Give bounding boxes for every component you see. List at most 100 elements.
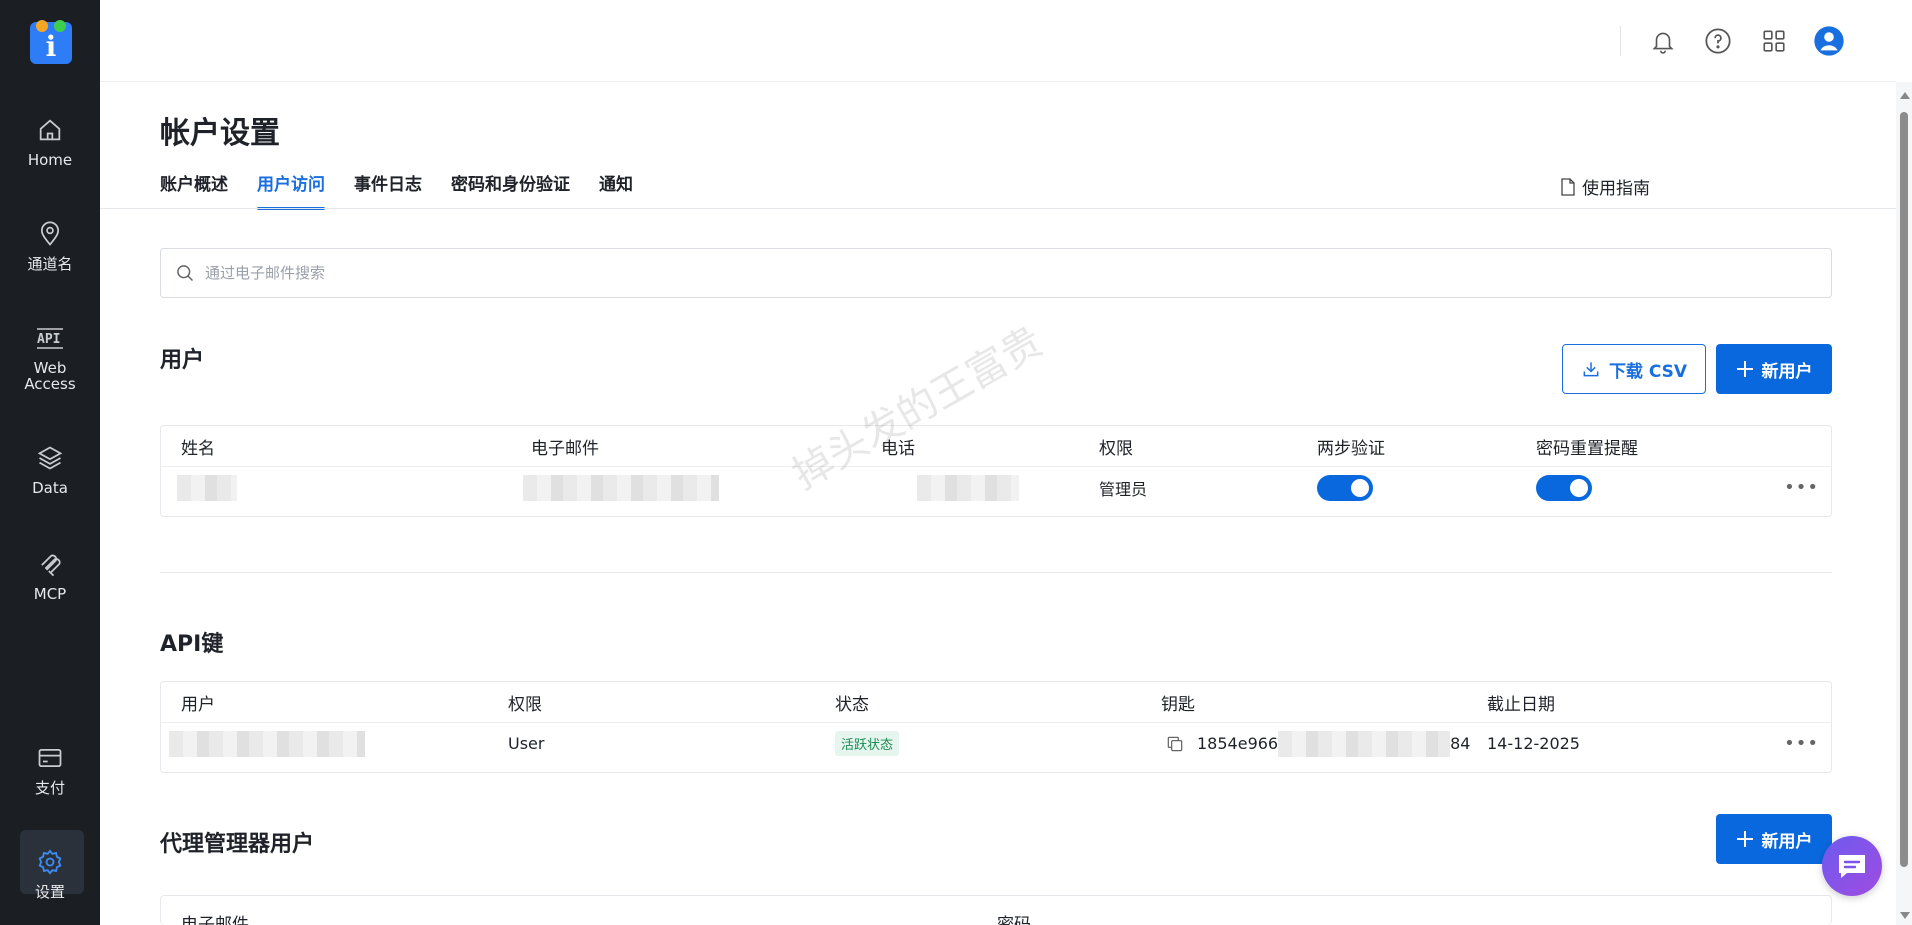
add-user-label: 新用户: [1761, 361, 1813, 382]
card-icon: [38, 748, 62, 768]
scroll-up-arrow-icon[interactable]: [1900, 92, 1910, 99]
sidebar-item-channels[interactable]: 通道名: [0, 220, 100, 272]
column-header: 电子邮件: [181, 915, 249, 925]
search-input[interactable]: [205, 264, 1705, 282]
column-header: 电子邮件: [531, 439, 599, 459]
topbar-divider: [1620, 26, 1621, 56]
api-key-prefix: 1854e966: [1197, 734, 1279, 753]
plus-icon: [1736, 831, 1753, 847]
two-factor-toggle[interactable]: [1317, 474, 1373, 501]
column-header: 权限: [508, 695, 542, 715]
api-permission: User: [508, 734, 545, 753]
help-icon[interactable]: [1701, 24, 1735, 58]
column-header: 两步验证: [1317, 439, 1385, 459]
api-icon: API: [37, 328, 63, 349]
main-content: 帐户设置 账户概述 用户访问 事件日志 密码和身份验证 通知 使用指南 用户 下…: [100, 0, 1896, 925]
mcp-icon: [41, 554, 61, 577]
email-search-box[interactable]: [160, 248, 1832, 298]
user-name-redacted: [177, 467, 237, 508]
scroll-down-arrow-icon[interactable]: [1900, 912, 1910, 919]
sidebar-item-label: Data: [32, 479, 68, 497]
scrollbar-thumb[interactable]: [1900, 112, 1908, 867]
sidebar-item-label: Home: [27, 151, 73, 169]
api-keys-table-header: 用户 权限 状态 钥匙 截止日期: [161, 682, 1831, 723]
api-key-suffix: 84: [1450, 734, 1471, 753]
proxy-users-table-header: 电子邮件 密码: [161, 896, 1831, 925]
vertical-scrollbar[interactable]: [1896, 82, 1912, 925]
column-header: 钥匙: [1161, 695, 1195, 715]
tab-account-overview[interactable]: 账户概述: [160, 170, 228, 210]
reset-reminder-toggle[interactable]: [1536, 474, 1592, 501]
download-csv-button[interactable]: 下载 CSV: [1562, 344, 1706, 394]
sidebar-item-label-line2: Access: [24, 375, 76, 393]
add-proxy-user-label: 新用户: [1761, 831, 1813, 852]
tabs-divider: [100, 208, 1896, 209]
app-logo[interactable]: i: [30, 20, 72, 64]
tab-notifications[interactable]: 通知: [599, 170, 633, 210]
tab-password-auth[interactable]: 密码和身份验证: [451, 170, 570, 210]
reset-reminder-toggle-cell: [1536, 467, 1592, 508]
sidebar-item-label-line1: Web: [33, 359, 67, 377]
chat-icon: [1839, 855, 1865, 878]
copy-icon[interactable]: [1165, 734, 1185, 754]
download-csv-label: 下载 CSV: [1608, 361, 1688, 382]
usage-guide-link[interactable]: 使用指南: [1560, 174, 1650, 199]
location-pin-icon: [40, 221, 60, 246]
column-header: 权限: [1099, 439, 1133, 459]
tab-user-access[interactable]: 用户访问: [257, 170, 325, 210]
section-divider: [160, 572, 1832, 573]
table-row: 管理员 •••: [161, 467, 1831, 508]
apps-grid-icon[interactable]: [1757, 24, 1791, 58]
api-user-redacted: [169, 723, 365, 764]
user-email-redacted: [523, 467, 719, 508]
api-status-cell: 活跃状态: [835, 723, 900, 764]
column-header: 状态: [835, 695, 869, 715]
home-icon: [39, 119, 61, 141]
usage-guide-label: 使用指南: [1582, 179, 1650, 199]
proxy-users-table: 电子邮件 密码: [160, 895, 1832, 925]
sidebar-item-label: 支付: [34, 779, 65, 797]
page-title: 帐户设置: [160, 116, 280, 151]
chat-support-button[interactable]: [1822, 836, 1882, 896]
more-options-icon[interactable]: •••: [1784, 477, 1819, 498]
users-table-header: 姓名 电子邮件 电话 权限 两步验证 密码重置提醒: [161, 426, 1831, 467]
sidebar-item-mcp[interactable]: MCP: [0, 550, 100, 602]
api-expiry-date: 14-12-2025: [1487, 734, 1580, 753]
sidebar-item-label: MCP: [33, 585, 67, 603]
sidebar: i Home 通道名 API Web Access Data MCP 支付 设置: [0, 0, 100, 925]
column-header: 密码: [997, 915, 1031, 925]
notification-bell-icon[interactable]: [1646, 24, 1680, 58]
add-user-button[interactable]: 新用户: [1716, 344, 1832, 394]
settings-tabs: 账户概述 用户访问 事件日志 密码和身份验证 通知: [160, 170, 662, 210]
svg-text:API: API: [37, 332, 60, 347]
sidebar-item-settings[interactable]: 设置: [0, 848, 100, 900]
top-bar: [100, 0, 1896, 82]
sidebar-item-label: 通道名: [27, 255, 73, 273]
search-icon: [177, 265, 194, 282]
layers-icon: [37, 446, 63, 470]
plus-icon: [1736, 361, 1753, 377]
column-header: 密码重置提醒: [1536, 439, 1638, 459]
sidebar-item-data[interactable]: Data: [0, 444, 100, 496]
gear-icon: [38, 849, 62, 875]
user-avatar-icon[interactable]: [1812, 24, 1846, 58]
table-row: User 活跃状态 1854e966 84 14-12-2025 •••: [161, 723, 1831, 764]
column-header: 用户: [181, 695, 215, 715]
proxy-users-section-title: 代理管理器用户: [160, 832, 315, 857]
add-proxy-user-button[interactable]: 新用户: [1716, 814, 1832, 864]
status-badge: 活跃状态: [835, 731, 900, 756]
sidebar-item-billing[interactable]: 支付: [0, 744, 100, 796]
api-key-redacted: [1278, 730, 1451, 757]
sidebar-item-web-access[interactable]: API Web Access: [0, 326, 100, 392]
two-factor-toggle-cell: [1317, 467, 1373, 508]
column-header: 姓名: [181, 439, 215, 459]
sidebar-item-home[interactable]: Home: [0, 116, 100, 168]
api-keys-table: 用户 权限 状态 钥匙 截止日期 User 活跃状态 1854e966 84 1…: [160, 681, 1832, 773]
document-icon: [1561, 177, 1575, 196]
users-section-title: 用户: [160, 348, 205, 373]
more-options-icon[interactable]: •••: [1784, 733, 1819, 754]
user-phone-redacted: [917, 467, 1019, 508]
column-header: 截止日期: [1487, 695, 1555, 715]
sidebar-item-label: 设置: [34, 883, 65, 901]
tab-event-log[interactable]: 事件日志: [354, 170, 422, 210]
